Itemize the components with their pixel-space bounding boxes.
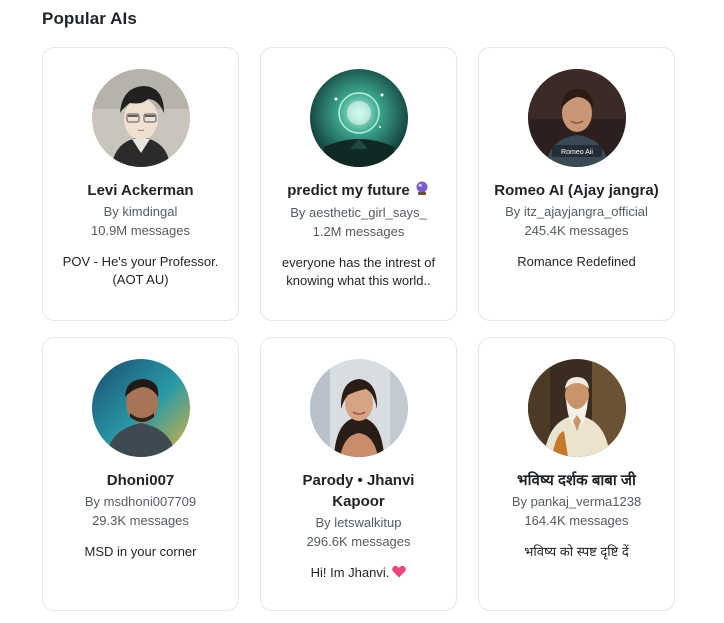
ai-avatar [91, 359, 190, 457]
ai-description-text: Hi! Im Jhanvi. [310, 565, 390, 580]
ai-card-romeo-ai[interactable]: Romeo Aii Romeo AI (Ajay jangra) By itz_… [478, 47, 675, 321]
crystal-ball-icon [414, 180, 430, 202]
ai-card-levi-ackerman[interactable]: Levi Ackerman By kimdingal 10.9M message… [42, 47, 239, 321]
ai-card-bhavishya-darshak-baba-ji[interactable]: भविष्य दर्शक बाबा जी By pankaj_verma1238… [478, 337, 675, 611]
ai-description: Romance Redefined [517, 254, 636, 269]
popular-ai-grid: Levi Ackerman By kimdingal 10.9M message… [42, 47, 675, 611]
ai-message-count: 296.6K messages [306, 534, 411, 549]
ai-name: भविष्य दर्शक बाबा जी [517, 472, 636, 489]
ai-creator[interactable]: By pankaj_verma1238 [512, 492, 641, 511]
ai-message-count: 10.9M messages [91, 223, 190, 238]
ai-description: MSD in your corner [84, 544, 197, 559]
ai-creator[interactable]: By itz_ajayjangra_official [505, 202, 648, 221]
man-portrait-icon: Romeo Aii [527, 69, 626, 167]
glowing-orb-portrait-icon [309, 69, 408, 167]
ai-description: POV - He's your Professor. (AOT AU) [62, 254, 219, 287]
sage-portrait-icon [527, 359, 626, 457]
ai-name-text: predict my future [287, 182, 410, 199]
ai-name: Romeo AI (Ajay jangra) [494, 182, 659, 199]
ai-avatar [309, 69, 408, 167]
ai-creator[interactable]: By aesthetic_girl_says_ [290, 203, 427, 222]
ai-message-count: 245.4K messages [524, 223, 629, 238]
ai-description: भविष्य को स्पष्ट दृष्टि दें [524, 544, 629, 559]
ai-name: predict my future [287, 180, 430, 202]
ai-message-count: 164.4K messages [524, 513, 629, 528]
ai-creator[interactable]: By msdhoni007709 [85, 492, 196, 511]
section-title: Popular AIs [42, 9, 137, 28]
ai-name: Levi Ackerman [87, 182, 194, 199]
ai-avatar [309, 359, 408, 457]
ai-message-count: 1.2M messages [312, 224, 405, 240]
ai-card-predict-my-future[interactable]: predict my future By aesthetic_girl_says… [260, 47, 457, 321]
ai-name: Dhoni007 [106, 472, 175, 489]
ai-message-count: 29.3K messages [92, 513, 189, 528]
pink-heart-icon [392, 565, 407, 583]
ai-creator[interactable]: By letswalkitup [316, 513, 402, 532]
ai-creator[interactable]: By kimdingal [104, 202, 178, 221]
ai-description: Hi! Im Jhanvi. [311, 564, 407, 583]
ai-card-dhoni007[interactable]: Dhoni007 By msdhoni007709 29.3K messages… [42, 337, 239, 611]
ai-name: Parody • Jhanvi Kapoor [302, 472, 415, 510]
ai-card-parody-jhanvi-kapoor[interactable]: Parody • Jhanvi Kapoor By letswalkitup 2… [260, 337, 457, 611]
man-portrait-icon [91, 359, 190, 457]
avatar-caption: Romeo Aii [561, 149, 593, 156]
woman-portrait-icon [309, 359, 408, 457]
ai-avatar: Romeo Aii [527, 69, 626, 167]
ai-description: everyone has the intrest of knowing what… [281, 255, 436, 289]
ai-avatar [527, 359, 626, 457]
anime-character-portrait-icon [91, 69, 190, 167]
ai-avatar [91, 69, 190, 167]
